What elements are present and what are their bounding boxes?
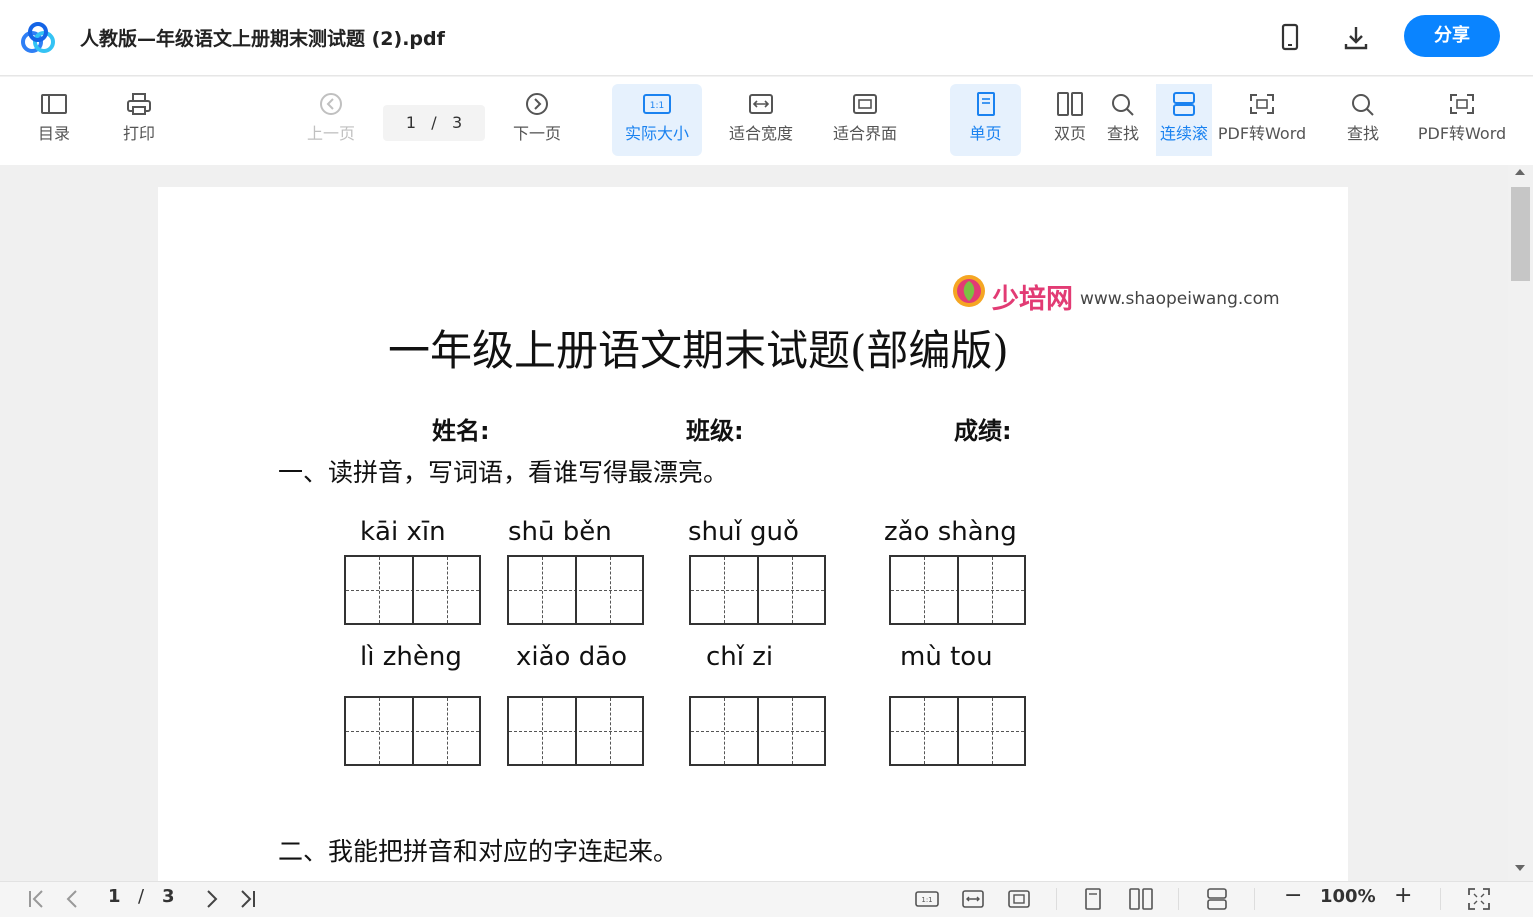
toolbar-search[interactable]: 查找 [1101, 84, 1145, 156]
single-page-icon[interactable] [1080, 886, 1106, 912]
zoom-out-button[interactable]: − [1284, 883, 1302, 908]
field-name: 姓名: [432, 417, 490, 445]
toolbar-next-page[interactable]: 下一页 [506, 84, 568, 156]
writing-grid [689, 555, 826, 625]
pinyin-2-1: lì zhèng [360, 642, 462, 672]
brand-logo-icon [953, 275, 985, 307]
vertical-scrollbar[interactable] [1508, 165, 1533, 881]
fullscreen-icon[interactable] [1466, 886, 1492, 912]
scroll-thumb[interactable] [1511, 187, 1530, 281]
writing-grid [507, 696, 644, 766]
writing-grid [507, 555, 644, 625]
writing-grid [889, 555, 1026, 625]
pinyin-2-3: chǐ zi [706, 642, 774, 672]
brand-name: 少培网 [992, 284, 1073, 315]
toolbar-double-page[interactable]: 双页 [1048, 84, 1092, 156]
continuous-scroll-icon [1173, 92, 1195, 116]
svg-text:1:1: 1:1 [650, 101, 664, 111]
divider [1254, 888, 1255, 910]
pinyin-1-3: shuǐ guǒ [688, 517, 799, 547]
zoom-in-button[interactable]: + [1394, 883, 1412, 908]
first-page-icon[interactable] [24, 886, 50, 912]
fit-page-icon [853, 94, 877, 114]
double-page-icon [1057, 92, 1083, 116]
next-page-icon [526, 93, 548, 115]
bottom-page-total: 3 [162, 886, 175, 907]
toolbar-fit-page[interactable]: 适合界面 [824, 84, 906, 156]
prev-page-arrow-icon[interactable] [60, 886, 86, 912]
section-2-heading: 二、我能把拼音和对应的字连起来。 [278, 837, 679, 866]
pinyin-1-1: kāi xīn [360, 517, 446, 547]
prev-page-icon [320, 93, 342, 115]
double-page-icon[interactable] [1128, 886, 1154, 912]
exam-title: 一年级上册语文期末试题(部编版) [388, 326, 1009, 375]
scroll-up-arrow-icon[interactable] [1515, 169, 1525, 175]
pdf-to-word-icon [1450, 94, 1474, 114]
toolbar-continuous-scroll[interactable]: 连续滚 [1156, 84, 1212, 156]
toolbar-search-2[interactable]: 查找 [1340, 84, 1386, 156]
field-class: 班级: [686, 417, 744, 445]
actual-size-icon[interactable]: 1:1 [914, 886, 940, 912]
actual-size-icon: 1:1 [643, 94, 671, 114]
svg-text:1:1: 1:1 [921, 896, 932, 904]
pinyin-1-4: zǎo shàng [884, 517, 1017, 547]
print-icon [127, 93, 151, 115]
pinyin-2-4: mù tou [900, 642, 993, 672]
title-bar: 人教版—年级语文上册期末测试题 (2).pdf 分享 [0, 0, 1533, 76]
toolbar-actual-size[interactable]: 1:1 实际大小 [612, 84, 702, 156]
writing-grid [344, 696, 481, 766]
scroll-down-arrow-icon[interactable] [1515, 865, 1525, 871]
document-viewer[interactable]: 少培网 www.shaopeiwang.com 一年级上册语文期末试题(部编版)… [0, 165, 1533, 881]
next-page-arrow-icon[interactable] [198, 886, 224, 912]
fit-width-icon[interactable] [960, 886, 986, 912]
writing-grid [889, 696, 1026, 766]
search-icon [1112, 94, 1134, 116]
field-score: 成绩: [954, 417, 1012, 445]
download-icon[interactable] [1340, 22, 1372, 54]
document-title: 人教版—年级语文上册期末测试题 (2).pdf [80, 28, 445, 50]
zoom-level[interactable]: 100% [1320, 886, 1376, 907]
pdf-to-word-icon [1250, 94, 1274, 114]
continuous-scroll-icon[interactable] [1204, 886, 1230, 912]
pinyin-2-2: xiǎo dāo [516, 642, 628, 672]
share-button[interactable]: 分享 [1404, 15, 1500, 57]
pdf-page: 少培网 www.shaopeiwang.com 一年级上册语文期末试题(部编版)… [158, 187, 1348, 881]
divider [1056, 888, 1057, 910]
single-page-icon [976, 92, 995, 116]
fit-page-icon[interactable] [1006, 886, 1032, 912]
section-1-heading: 一、读拼音，写词语，看谁写得最漂亮。 [278, 458, 729, 487]
toolbar-pdf-to-word-2[interactable]: PDF转Word [1414, 84, 1510, 156]
baidu-netdisk-logo [21, 22, 55, 53]
bottom-page-sep: / [138, 886, 145, 907]
writing-grid [689, 696, 826, 766]
toolbar-single-page[interactable]: 单页 [950, 84, 1021, 156]
toolbar-fit-width[interactable]: 适合宽度 [720, 84, 802, 156]
page-number-input[interactable]: 1 / 3 [383, 105, 485, 141]
phone-icon[interactable] [1276, 22, 1304, 54]
divider [1178, 888, 1179, 910]
bottom-page-current[interactable]: 1 [108, 886, 121, 907]
last-page-icon[interactable] [234, 886, 260, 912]
bottom-bar [0, 881, 1533, 917]
writing-grid [344, 555, 481, 625]
toolbar-pdf-to-word[interactable]: PDF转Word [1214, 84, 1310, 156]
outline-icon [41, 94, 67, 114]
toolbar-print[interactable]: 打印 [113, 84, 165, 156]
search-icon [1352, 94, 1374, 116]
fit-width-icon [749, 94, 773, 114]
divider [1440, 888, 1441, 910]
toolbar-outline[interactable]: 目录 [28, 84, 80, 156]
toolbar-prev-page[interactable]: 上一页 [300, 84, 362, 156]
brand-url: www.shaopeiwang.com [1080, 289, 1280, 309]
pinyin-1-2: shū běn [508, 517, 612, 547]
